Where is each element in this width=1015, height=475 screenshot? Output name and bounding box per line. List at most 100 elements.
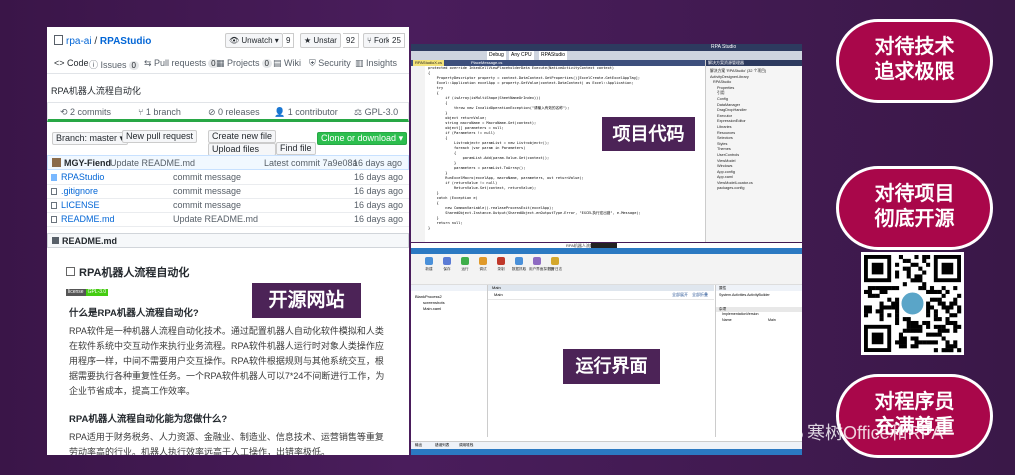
project-file-node[interactable]: Main.xaml bbox=[415, 306, 487, 312]
file-time: 16 days ago bbox=[353, 214, 403, 224]
designer-header: Main 全部展开 全部折叠 bbox=[488, 291, 714, 300]
solution-tree-item[interactable]: packages.config bbox=[710, 186, 802, 192]
unwatch-button[interactable]: 👁 Unwatch ▾ bbox=[225, 33, 283, 48]
ribbon-button-icon bbox=[425, 257, 433, 265]
commit-author[interactable]: MGY-Fiend bbox=[64, 158, 111, 168]
file-row[interactable]: .gitignore commit message 16 days ago bbox=[47, 185, 409, 199]
ribbon-button[interactable]: 运行 bbox=[457, 257, 473, 272]
watch-count[interactable]: 9 bbox=[283, 33, 295, 48]
issues-count: 0 bbox=[128, 61, 139, 70]
config-debug-select[interactable]: Debug bbox=[487, 51, 506, 60]
wechat-icon bbox=[781, 425, 803, 441]
tab-pull-requests[interactable]: ⇆ Pull requests 0 bbox=[144, 58, 219, 69]
branch-select[interactable]: Branch: master ▾ bbox=[52, 132, 129, 145]
ribbon-button[interactable]: 数据抓取 bbox=[511, 257, 527, 272]
unwatch-label: Unwatch bbox=[241, 36, 273, 45]
file-icon bbox=[51, 202, 57, 209]
projects-count: 0 bbox=[261, 59, 272, 68]
file-name[interactable]: README.md bbox=[61, 214, 115, 224]
repo-icon bbox=[54, 35, 63, 45]
branches-link[interactable]: ⑂ 1 branch bbox=[138, 107, 181, 117]
contributors-link[interactable]: 👤 1 contributor bbox=[274, 107, 338, 118]
code-line: protected override InkedCellViewPlacehol… bbox=[428, 66, 615, 70]
tab-insights[interactable]: ▥ Insights bbox=[355, 58, 397, 69]
new-pull-request-button[interactable]: New pull request bbox=[122, 130, 198, 143]
tab-error-list[interactable]: 错误列表 bbox=[435, 442, 449, 449]
code-editor[interactable]: protected override InkedCellViewPlacehol… bbox=[411, 66, 705, 242]
ribbon-button-label: 打开日志 bbox=[547, 267, 563, 271]
latest-commit-bar: MGY-Fiend Update README.md Latest commit… bbox=[47, 155, 409, 170]
readme-h2-what: 什么是RPA机器人流程自动化? bbox=[69, 308, 199, 319]
file-actions: Create new file Upload files bbox=[205, 130, 279, 156]
file-row[interactable]: RPAStudio commit message 16 days ago bbox=[47, 171, 409, 185]
property-value[interactable]: Main bbox=[768, 318, 776, 322]
file-commit-message[interactable]: commit message bbox=[173, 186, 241, 196]
ribbon-button[interactable]: 用户界面探测器 bbox=[529, 257, 555, 272]
tab-wiki[interactable]: ▤ Wiki bbox=[273, 58, 301, 69]
designer-breadcrumb: Main bbox=[494, 292, 503, 297]
file-row[interactable]: README.md Update README.md 16 days ago bbox=[47, 213, 409, 227]
repo-controls: Branch: master ▾ New pull request Create… bbox=[47, 128, 409, 156]
readme-header: README.md bbox=[47, 233, 409, 248]
clone-download-button[interactable]: Clone or download ▾ bbox=[317, 132, 408, 145]
file-name[interactable]: RPAStudio bbox=[61, 172, 104, 182]
star-count[interactable]: 92 bbox=[343, 33, 359, 48]
ribbon-button[interactable]: 打开日志 bbox=[547, 257, 563, 272]
file-name[interactable]: .gitignore bbox=[61, 186, 98, 196]
expand-all-link[interactable]: 全部展开 bbox=[672, 291, 688, 299]
fork-count[interactable]: 25 bbox=[389, 33, 405, 48]
create-new-file-button[interactable]: Create new file bbox=[208, 130, 277, 143]
rpa-ribbon: 新建 保存 运行 调试 录制 数据抓取 用户界面探测器 打开日志 bbox=[411, 248, 802, 285]
tab-issues[interactable]: ⓘ Issues 0 bbox=[89, 58, 139, 71]
property-key: Name bbox=[722, 318, 732, 322]
tab-security[interactable]: ⛨ Security bbox=[309, 58, 351, 69]
file-name[interactable]: LICENSE bbox=[61, 200, 100, 210]
file-row[interactable]: LICENSE commit message 16 days ago bbox=[47, 199, 409, 213]
file-time: 16 days ago bbox=[353, 172, 403, 182]
ribbon-button-label: 用户界面探测器 bbox=[529, 267, 555, 271]
pill-line: 对待技术 bbox=[874, 36, 955, 58]
designer-tab-main[interactable]: Main bbox=[488, 285, 501, 290]
pill-line: 彻底开源 bbox=[874, 208, 955, 230]
unstar-button[interactable]: ★ Unstar bbox=[300, 33, 341, 48]
commit-time: 16 days ago bbox=[352, 158, 402, 168]
license-link[interactable]: ⚖ GPL-3.0 bbox=[354, 107, 398, 118]
tab-code[interactable]: <> Code bbox=[54, 58, 89, 68]
ribbon-button-icon bbox=[533, 257, 541, 265]
file-commit-message[interactable]: commit message bbox=[173, 200, 241, 210]
file-commit-message[interactable]: Update README.md bbox=[173, 214, 258, 224]
repo-owner-link[interactable]: rpa-ai bbox=[66, 36, 92, 47]
ribbon-button[interactable]: 录制 bbox=[493, 257, 509, 272]
releases-link[interactable]: ⊘ 0 releases bbox=[208, 107, 260, 118]
project-panel: BlankProcess2 screenshots Main.xaml bbox=[411, 285, 488, 437]
find-file-button[interactable]: Find file bbox=[276, 142, 316, 155]
solution-explorer: 解决方案资源管理器 解决方案 'RPAStudio' (32 个项目) Activ… bbox=[705, 60, 802, 242]
bottom-panel-tabs: 输出 错误列表 调用堆栈 bbox=[411, 441, 802, 449]
collapse-all-link[interactable]: 全部折叠 bbox=[692, 291, 708, 299]
readme-h2-usage: RPA机器人流程自动化能为您做什么? bbox=[69, 414, 228, 425]
commits-link[interactable]: ⟲ 2 commits bbox=[60, 107, 111, 118]
commit-message[interactable]: Update README.md bbox=[110, 158, 195, 168]
readme-title: README.md bbox=[62, 236, 118, 246]
ribbon-button[interactable]: 保存 bbox=[439, 257, 455, 272]
label-project-code: 项目代码 bbox=[602, 117, 695, 151]
startup-project-select[interactable]: RPAStudio bbox=[539, 51, 568, 60]
property-key: ImplementationVersion bbox=[722, 312, 759, 316]
property-row[interactable]: Name Main bbox=[716, 318, 802, 324]
pill-technology: 对待技术 追求极限 bbox=[836, 19, 993, 103]
tab-call-stack[interactable]: 调用堆栈 bbox=[459, 442, 473, 449]
readme-body: RPA机器人流程自动化 license GPL-3.0 什么是RPA机器人流程自动… bbox=[47, 249, 409, 455]
license-badge[interactable]: license GPL-3.0 bbox=[66, 289, 109, 296]
unstar-label: Unstar bbox=[313, 36, 337, 45]
readme-para-1: RPA软件是一种机器人流程自动化技术。通过配置机器人自动化软件模拟和人类在软件系… bbox=[69, 326, 385, 396]
ribbon-button[interactable]: 调试 bbox=[475, 257, 491, 272]
config-cpu-select[interactable]: Any CPU bbox=[509, 51, 534, 60]
file-commit-message[interactable]: commit message bbox=[173, 172, 241, 182]
ribbon-button[interactable]: 新建 bbox=[421, 257, 437, 272]
ribbon-button-icon bbox=[515, 257, 523, 265]
repo-name-link[interactable]: RPAStudio bbox=[100, 36, 151, 47]
tab-projects[interactable]: ▦ Projects 0 bbox=[216, 58, 272, 69]
latest-commit-hash[interactable]: Latest commit 7a9e08a bbox=[264, 158, 358, 168]
file-time: 16 days ago bbox=[353, 186, 403, 196]
tab-output[interactable]: 输出 bbox=[415, 442, 422, 449]
